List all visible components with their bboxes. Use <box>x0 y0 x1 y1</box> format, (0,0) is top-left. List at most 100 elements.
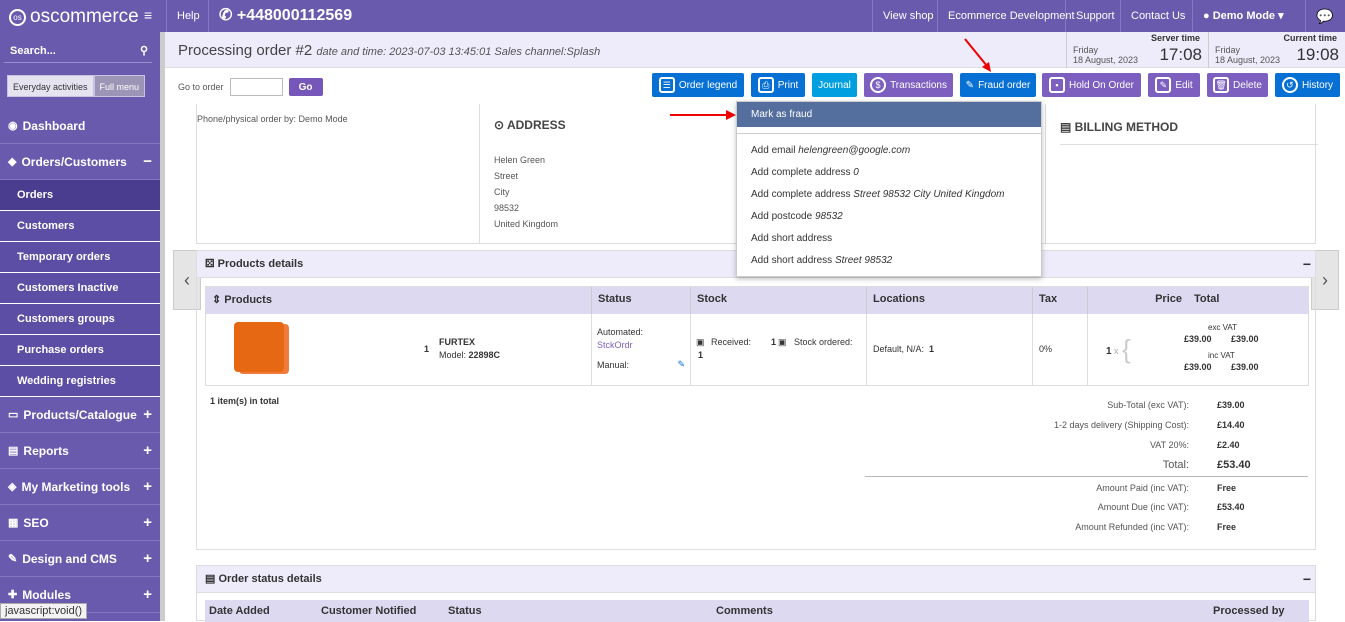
price-cell: 1 x { exc VAT £39.00 £39.00 inc VAT £39.… <box>1106 323 1259 372</box>
order-legend-button[interactable]: ☰ Order legend <box>652 73 744 97</box>
order-status-panel: ▤ Order status details − Date Added Custo… <box>196 565 1316 622</box>
sidebar-search[interactable]: Search... ⚲ <box>4 39 152 63</box>
print-button[interactable]: ⎙ Print <box>751 73 805 97</box>
sidebar-item-customers-groups[interactable]: Customers groups <box>0 304 160 335</box>
address-title: ⊙ ADDRESS <box>494 118 566 132</box>
order-number-input[interactable] <box>229 78 283 96</box>
product-name[interactable]: FURTEX <box>439 337 475 347</box>
status-table-header: Date Added Customer Notified Status Comm… <box>205 600 1309 622</box>
dollar-icon: $ <box>870 77 887 93</box>
products-panel: ⚄ Products details − ⇕ Products Status St… <box>196 250 1316 550</box>
view-shop-link[interactable]: View shop <box>872 0 944 32</box>
sidebar-item-temporary-orders[interactable]: Temporary orders <box>0 242 160 273</box>
order-meta: date and time: 2023-07-03 13:45:01 Sales… <box>316 46 601 58</box>
sidebar-item-purchase-orders[interactable]: Purchase orders <box>0 335 160 366</box>
chart-icon: ▤ <box>8 445 19 457</box>
hold-on-order-button[interactable]: ▪ Hold On Order <box>1042 73 1141 97</box>
expand-icon: + <box>143 550 152 567</box>
add-email-item[interactable]: Add email helengreen@google.com <box>737 140 1041 162</box>
sidebar-item-reports[interactable]: ▤ Reports + <box>0 433 160 469</box>
sidebar-item-products-catalogue[interactable]: ▭ Products/Catalogue + <box>0 397 160 433</box>
minimize-icon[interactable]: − <box>1303 251 1311 278</box>
support-link[interactable]: Support <box>1065 0 1125 32</box>
users-icon: ◆ <box>8 156 17 168</box>
tab-everyday-activities[interactable]: Everyday activities <box>7 75 94 97</box>
mark-as-fraud-item[interactable]: Mark as fraud <box>737 102 1041 127</box>
vat-row: VAT 20%: £2.40 <box>1149 440 1240 450</box>
history-button[interactable]: ↺ History <box>1275 73 1340 97</box>
current-time: Current time Friday 18 August, 2023 19:0… <box>1208 32 1345 68</box>
sidebar-item-orders[interactable]: Orders <box>0 180 160 211</box>
user-menu[interactable]: ● Demo Mode ▾ <box>1192 0 1305 32</box>
sidebar-item-customers-inactive[interactable]: Customers Inactive <box>0 273 160 304</box>
products-table: ⇕ Products Status Stock Locations Tax Pr… <box>205 286 1309 386</box>
phone-icon: ✆ <box>219 7 237 24</box>
sidebar-item-customers[interactable]: Customers <box>0 211 160 242</box>
add-complete-address-item[interactable]: Add complete address 0 <box>737 162 1041 184</box>
billing-title: ▤ BILLING METHOD <box>1060 120 1318 145</box>
minimize-icon[interactable]: − <box>1303 566 1311 593</box>
hold-icon: ▪ <box>1048 77 1065 93</box>
column-price: Price <box>1155 293 1182 305</box>
go-button[interactable]: Go <box>288 78 323 96</box>
column-stock: Stock <box>691 287 867 314</box>
top-bar: os oscommerce ≡ Help ✆ +448000112569 View… <box>0 0 1345 32</box>
brush-icon: ✎ <box>8 553 18 565</box>
column-total: Total <box>1194 293 1220 305</box>
menu-toggle-icon[interactable]: ≡ <box>144 7 152 23</box>
sidebar-item-wedding-registries[interactable]: Wedding registries <box>0 366 160 397</box>
column-tax: Tax <box>1033 287 1088 314</box>
puzzle-icon: ✚ <box>8 589 18 601</box>
ecommerce-development-link[interactable]: Ecommerce Development <box>937 0 1085 32</box>
sidebar: Search... ⚲ Everyday activities Full menu… <box>0 32 160 621</box>
tag-icon: ◈ <box>8 481 17 493</box>
amount-refunded-row: Amount Refunded (inc VAT): Free <box>1075 522 1237 532</box>
transactions-button[interactable]: $ Transactions <box>864 73 953 97</box>
add-postcode-item[interactable]: Add postcode 98532 <box>737 206 1041 228</box>
edit-icon: ✎ <box>1155 77 1172 93</box>
sidebar-item-design-cms[interactable]: ✎ Design and CMS + <box>0 541 160 577</box>
sidebar-scrollbar[interactable] <box>160 32 165 621</box>
expand-icon: + <box>143 442 152 459</box>
sidebar-item-dashboard[interactable]: ◉ Dashboard <box>0 108 160 144</box>
column-status: Status <box>592 287 691 314</box>
chevron-down-icon: ▾ <box>1278 10 1284 22</box>
order-status-header: ▤ Order status details − <box>197 566 1315 593</box>
table-row: 1 FURTEX Model: 22898C Automated: StckOr… <box>206 314 1308 385</box>
multiply-icon: x <box>1114 346 1119 356</box>
product-qty: 1 <box>424 344 430 354</box>
column-products[interactable]: ⇕ Products <box>206 287 592 314</box>
fraud-order-button[interactable]: ✎ Fraud order <box>960 73 1036 97</box>
search-icon: ⚲ <box>139 45 148 57</box>
add-complete-address-item[interactable]: Add complete address Street 98532 City U… <box>737 184 1041 206</box>
sidebar-menu: ◉ Dashboard ◆ Orders/Customers − Orders Cus… <box>0 108 160 613</box>
product-image[interactable] <box>234 322 284 372</box>
sidebar-item-orders-customers[interactable]: ◆ Orders/Customers − <box>0 144 160 180</box>
sidebar-item-marketing-tools[interactable]: ◈ My Marketing tools + <box>0 469 160 505</box>
add-short-address-item[interactable]: Add short address <box>737 228 1041 250</box>
contact-us-link[interactable]: Contact Us <box>1120 0 1195 32</box>
sidebar-item-seo[interactable]: ▦ SEO + <box>0 505 160 541</box>
expand-icon: + <box>143 406 152 423</box>
journal-button[interactable]: Journal <box>812 73 857 97</box>
column-processed-by: Processed by <box>1213 605 1285 617</box>
amount-due-row: Amount Due (inc VAT): £53.40 <box>1097 502 1245 512</box>
help-link[interactable]: Help <box>166 0 210 32</box>
status-bar-url: javascript:void() <box>0 603 88 619</box>
column-date-added: Date Added <box>209 605 270 617</box>
status-link[interactable]: StckOrdr <box>597 340 633 350</box>
page-header: Processing order #2 date and time: 2023-… <box>165 32 1345 68</box>
expand-icon: + <box>143 478 152 495</box>
column-comments: Comments <box>716 605 773 617</box>
server-time: Server time Friday 18 August, 2023 17:08 <box>1066 32 1208 68</box>
edit-button[interactable]: ✎ Edit <box>1148 73 1200 97</box>
add-short-address-item[interactable]: Add short address Street 98532 <box>737 250 1041 272</box>
page-title: Processing order #2 date and time: 2023-… <box>178 42 601 59</box>
delete-button[interactable]: 🗑 Delete <box>1207 73 1268 97</box>
logo[interactable]: os oscommerce <box>9 6 139 28</box>
go-to-order: Go to order Go <box>178 78 323 96</box>
pencil-icon[interactable]: ✎ <box>677 359 685 370</box>
tab-full-menu[interactable]: Full menu <box>93 75 146 97</box>
chat-icon[interactable]: 💬 <box>1305 0 1345 32</box>
dropdown-divider <box>737 133 1041 134</box>
